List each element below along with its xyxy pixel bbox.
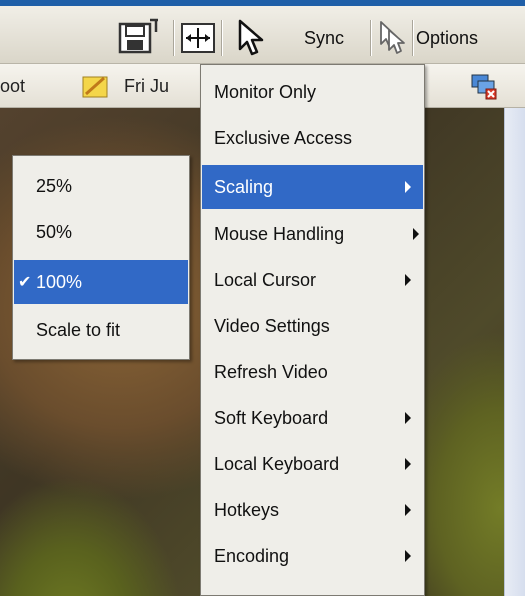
dual-cursor-icon <box>380 21 405 54</box>
menu-item-soft-keyboard[interactable]: Soft Keyboard <box>202 399 423 437</box>
menu-item-label: 50% <box>36 221 73 242</box>
submenu-arrow-icon <box>413 228 419 240</box>
menu-item-label: Soft Keyboard <box>214 407 329 428</box>
menu-item-scaling[interactable]: Scaling <box>202 165 423 209</box>
menu-item-label: Video Settings <box>214 315 330 336</box>
vertical-scrollbar[interactable] <box>504 108 525 596</box>
menu-item-label: Refresh Video <box>214 361 328 382</box>
menu-item-label: Scaling <box>214 176 274 197</box>
user-label: root <box>0 76 26 96</box>
dual-cursor-button[interactable] <box>373 18 411 58</box>
menu-item-hotkeys[interactable]: Hotkeys <box>202 491 423 529</box>
menu-item-label: Hotkeys <box>214 499 280 520</box>
submenu-arrow-icon <box>405 550 411 562</box>
fit-window-button[interactable] <box>176 18 220 58</box>
network-status-icon <box>470 72 498 100</box>
menu-item-label: Exclusive Access <box>214 127 353 148</box>
menu-item-mouse-handling[interactable]: Mouse Handling <box>202 215 423 253</box>
single-cursor-button[interactable] <box>226 18 276 58</box>
sync-label: Sync <box>303 27 345 48</box>
menu-item-scale-100[interactable]: ✔ 100% <box>14 260 188 304</box>
submenu-arrow-icon <box>405 412 411 424</box>
submenu-arrow-icon <box>405 504 411 516</box>
toolbar-separator <box>173 20 174 56</box>
menu-item-scale-50[interactable]: 50% <box>14 212 188 252</box>
submenu-arrow-icon <box>405 458 411 470</box>
menu-item-video-settings[interactable]: Video Settings <box>202 307 423 345</box>
toolbar-separator <box>412 20 413 56</box>
menu-item-local-keyboard[interactable]: Local Keyboard <box>202 445 423 483</box>
menu-item-label: Mouse Handling <box>214 223 345 244</box>
toolbar: Sync Options <box>0 0 525 64</box>
notepad-icon <box>82 74 108 98</box>
menu-item-scale-25[interactable]: 25% <box>14 166 188 206</box>
submenu-arrow-icon <box>405 274 411 286</box>
date-label: Fri Ju <box>124 76 169 96</box>
menu-item-label: Monitor Only <box>214 81 317 102</box>
menu-item-local-cursor[interactable]: Local Cursor <box>202 261 423 299</box>
options-menu[interactable]: Options <box>416 18 525 58</box>
menu-item-refresh-video[interactable]: Refresh Video <box>202 353 423 391</box>
submenu-arrow-icon <box>405 181 411 193</box>
save-screenshot-button[interactable] <box>112 18 172 58</box>
menu-item-label: Scale to fit <box>36 319 121 340</box>
menu-item-label: Local Keyboard <box>214 453 340 474</box>
menu-item-monitor-only[interactable]: Monitor Only <box>202 73 423 111</box>
toolbar-separator <box>370 20 371 56</box>
menu-item-exclusive-access[interactable]: Exclusive Access <box>202 119 423 157</box>
options-label: Options <box>416 27 479 48</box>
toolbar-separator <box>221 20 222 56</box>
menu-item-encoding[interactable]: Encoding <box>202 537 423 575</box>
resize-arrows-icon <box>181 23 215 53</box>
mouse-pointer-icon <box>238 19 264 56</box>
scaling-submenu: 25% 50% ✔ 100% Scale to fit <box>12 155 190 360</box>
options-dropdown-menu: Monitor Only Exclusive Access Scaling Mo… <box>200 64 425 596</box>
menu-item-scale-to-fit[interactable]: Scale to fit <box>14 310 188 350</box>
sync-button[interactable]: Sync <box>282 18 366 58</box>
floppy-disk-icon <box>118 18 158 54</box>
menu-item-label: 25% <box>36 175 73 196</box>
checkmark-icon: ✔ <box>18 274 32 291</box>
toolbar-top-border <box>0 0 525 6</box>
menu-item-label: Encoding <box>214 545 290 566</box>
menu-item-label: Local Cursor <box>214 269 317 290</box>
